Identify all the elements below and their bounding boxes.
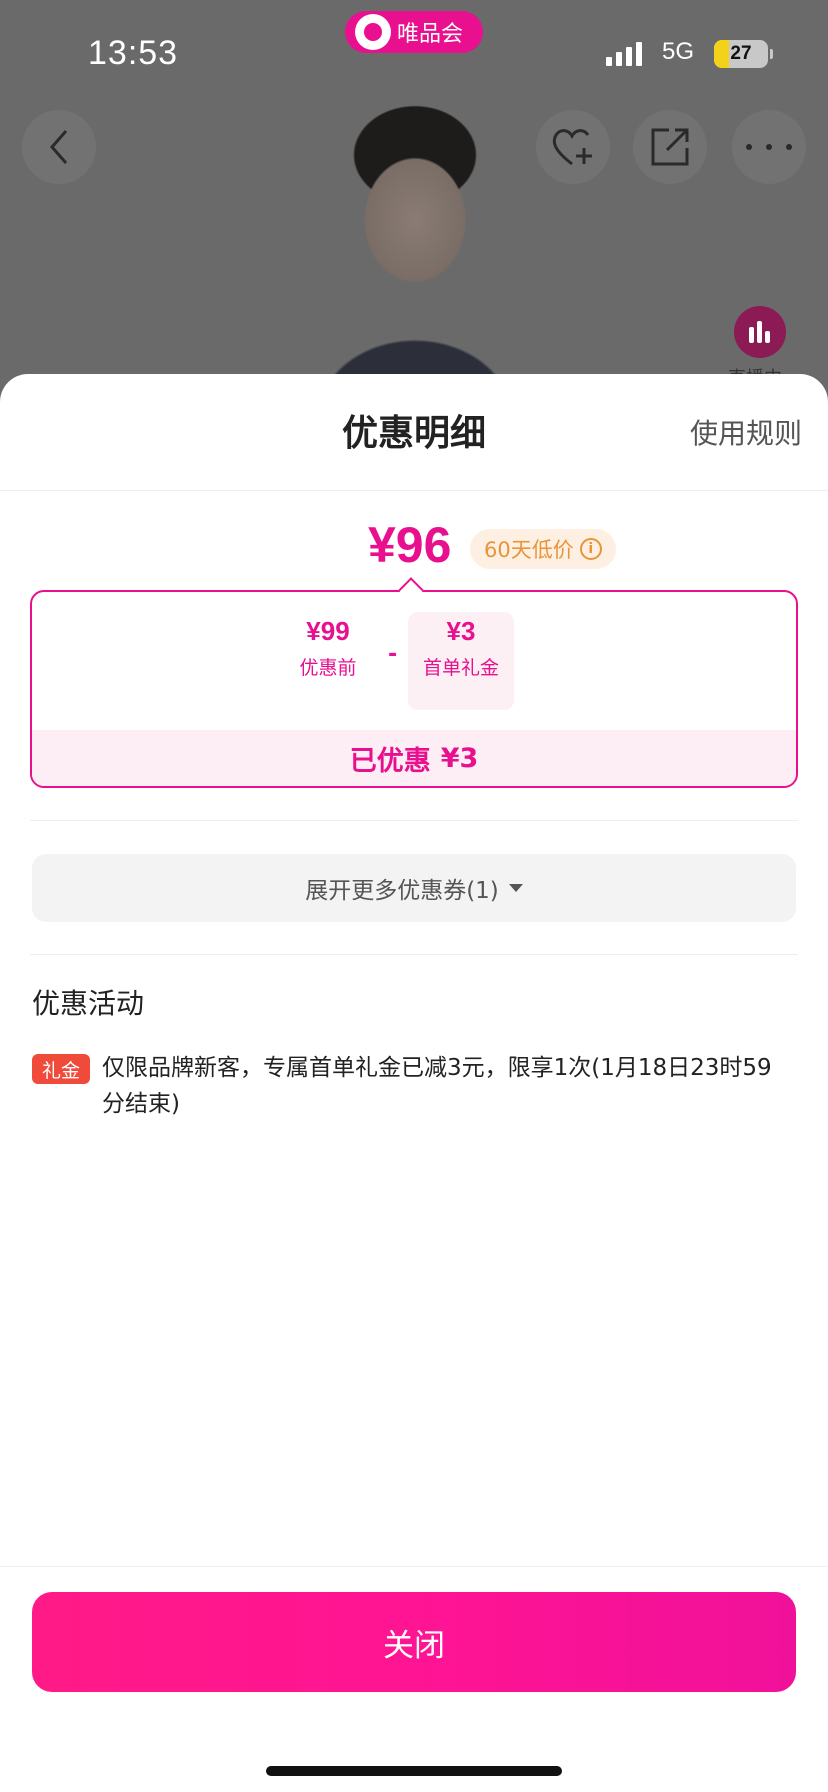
expand-coupons-button[interactable]: 展开更多优惠券(1)	[32, 854, 796, 922]
price-breakdown-box: ¥99 优惠前 - ¥3 首单礼金 已优惠 ¥3	[30, 590, 798, 788]
low-price-badge[interactable]: 60天低价 i	[470, 529, 616, 569]
share-icon	[651, 128, 689, 166]
gift-item: ¥3 首单礼金	[408, 616, 514, 680]
total-amount: ¥3	[440, 742, 479, 774]
original-amount: ¥99	[306, 616, 350, 646]
promotions-title: 优惠活动	[32, 987, 145, 1020]
more-dots-icon	[746, 144, 792, 150]
header-divider	[0, 490, 828, 491]
caret-down-icon	[508, 884, 523, 892]
gift-label: 首单礼金	[422, 657, 499, 679]
app-name: 唯品会	[397, 22, 464, 47]
battery-level: 27	[730, 43, 752, 64]
battery-tip	[770, 49, 773, 59]
promo-description: 仅限品牌新客，专属首单礼金已减3元，限享1次(1月18日23时59分结束)	[102, 1055, 772, 1117]
live-bars-icon	[749, 321, 770, 343]
low-price-label: 60天低价	[484, 538, 574, 562]
usage-rules-link[interactable]: 使用规则	[690, 412, 802, 452]
network-type: 5G	[662, 38, 695, 65]
gift-amount: ¥3	[446, 616, 476, 646]
original-price-item: ¥99 优惠前	[276, 616, 380, 680]
favorite-button[interactable]	[536, 110, 610, 184]
bunny-logo-icon	[355, 14, 391, 50]
battery-icon: 27	[714, 40, 768, 68]
heart-plus-icon	[552, 129, 592, 166]
signal-icon	[606, 42, 642, 66]
product-model-photo	[250, 100, 580, 400]
share-button[interactable]	[633, 110, 707, 184]
more-button[interactable]	[732, 110, 806, 184]
divider	[30, 820, 798, 821]
status-time: 13:53	[88, 34, 179, 72]
info-icon[interactable]: i	[579, 538, 602, 560]
discount-detail-sheet: 优惠明细 使用规则 ¥96 60天低价 i ¥99 优惠前 - ¥3 首单礼金 …	[0, 374, 828, 1792]
final-price: ¥96	[368, 517, 452, 573]
footer-divider	[0, 1566, 828, 1567]
original-label: 优惠前	[299, 657, 357, 679]
close-button[interactable]: 关闭	[32, 1592, 796, 1692]
app-badge: 唯品会	[345, 11, 483, 53]
home-indicator	[266, 1766, 562, 1776]
minus-operator: -	[388, 642, 398, 667]
back-button[interactable]	[22, 110, 96, 184]
live-button[interactable]	[734, 306, 786, 358]
total-discount-row: 已优惠 ¥3	[32, 730, 796, 786]
promo-tag: 礼金	[32, 1054, 90, 1084]
divider	[30, 954, 798, 955]
background-product-page: 13:53 唯品会 5G 27	[0, 0, 828, 400]
back-arrow-icon	[50, 130, 68, 164]
total-label: 已优惠	[349, 745, 431, 777]
expand-coupons-label: 展开更多优惠券(1)	[305, 878, 499, 904]
